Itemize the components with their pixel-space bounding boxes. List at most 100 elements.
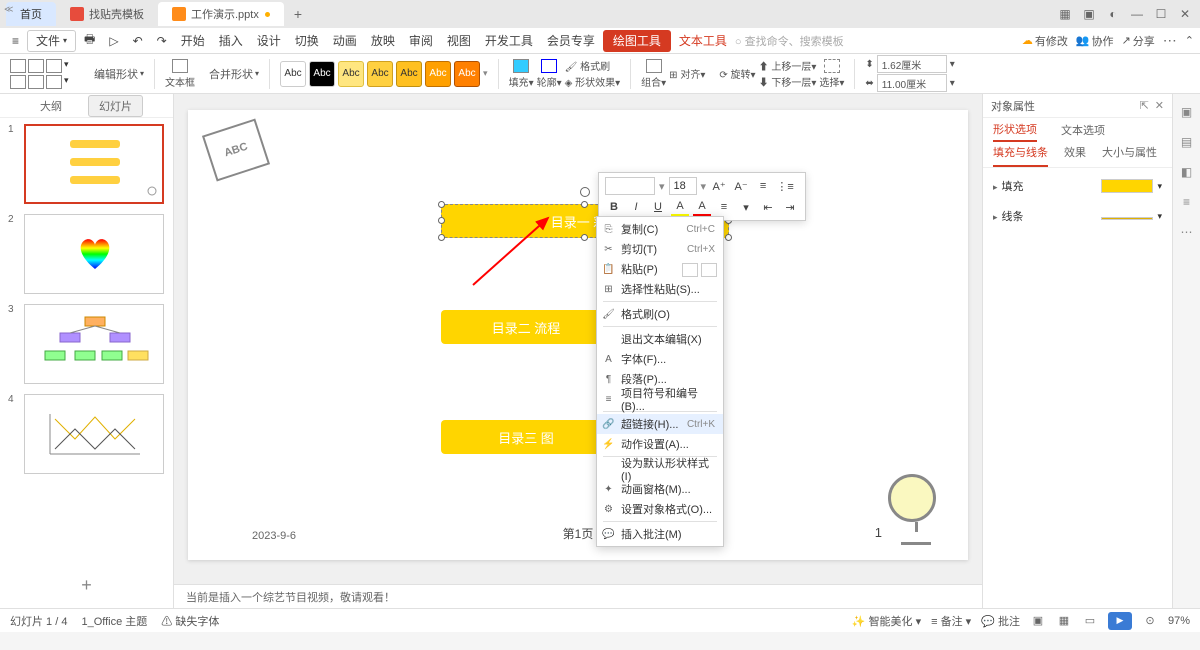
line-row[interactable]: ▸线条▾ bbox=[993, 208, 1162, 224]
select-dropdown[interactable]: 选择▾ bbox=[819, 59, 844, 89]
ctx-paste-special[interactable]: ⊞选择性粘贴(S)... bbox=[597, 279, 723, 299]
print-icon[interactable]: 🖶 bbox=[78, 30, 101, 52]
menu-insert[interactable]: 插入 bbox=[213, 30, 249, 52]
format-painter-button[interactable]: 🖌 格式刷 bbox=[565, 58, 621, 73]
rotate-handle-icon[interactable] bbox=[580, 187, 590, 197]
shape-arrow-icon[interactable] bbox=[46, 59, 62, 73]
comments-toggle[interactable]: 💬 批注 bbox=[981, 613, 1020, 629]
decrease-font-icon[interactable]: A⁻ bbox=[732, 177, 750, 195]
search-input[interactable]: ○ 查找命令、搜索模板 bbox=[735, 33, 844, 49]
paste-opt-2-icon[interactable] bbox=[701, 263, 717, 277]
bullets-icon[interactable]: ⋮≡ bbox=[776, 177, 794, 195]
notes-toggle[interactable]: ≡ 备注 ▾ bbox=[931, 613, 971, 629]
style-preset-6[interactable]: Abc bbox=[425, 61, 451, 87]
shape-curve-icon[interactable] bbox=[28, 75, 44, 89]
align-dropdown[interactable]: ⊞ 对齐▾ bbox=[669, 66, 705, 81]
menu-start[interactable]: 开始 bbox=[175, 30, 211, 52]
collab-button[interactable]: 👥 协作 bbox=[1076, 33, 1114, 49]
send-backward-dropdown[interactable]: ⬇ 下移一层▾ bbox=[759, 74, 817, 89]
user-icon[interactable]: ◐ bbox=[1104, 5, 1122, 23]
line-style-swatch[interactable] bbox=[1101, 217, 1153, 220]
line-spacing-icon[interactable]: ≡ bbox=[754, 177, 772, 195]
bold-icon[interactable]: B bbox=[605, 198, 623, 216]
merge-shape-dropdown[interactable]: 合并形状▾ bbox=[209, 66, 259, 82]
strip-more-icon[interactable]: ⋯ bbox=[1179, 224, 1195, 240]
effect-subtab[interactable]: 效果 bbox=[1064, 144, 1086, 167]
preview-icon[interactable]: ▷ bbox=[103, 30, 124, 52]
view-reading-icon[interactable]: ▭ bbox=[1082, 613, 1098, 629]
ctx-insert-comment[interactable]: 💬插入批注(M) bbox=[597, 524, 723, 544]
expand-icon[interactable]: ▸ bbox=[993, 182, 998, 192]
app-menu-icon[interactable]: ≡ bbox=[6, 30, 25, 52]
resize-handle[interactable] bbox=[725, 234, 732, 241]
template-tab[interactable]: 找贴壳模板 bbox=[56, 2, 158, 26]
slides-tab[interactable]: 幻灯片 bbox=[88, 95, 143, 117]
menu-slideshow[interactable]: 放映 bbox=[365, 30, 401, 52]
align-left-icon[interactable]: ≡ bbox=[715, 198, 733, 216]
paste-opt-1-icon[interactable] bbox=[682, 263, 698, 277]
menu-view[interactable]: 视图 bbox=[441, 30, 477, 52]
style-preset-2[interactable]: Abc bbox=[309, 61, 335, 87]
resize-handle[interactable] bbox=[438, 201, 445, 208]
indent-icon[interactable]: ⇥ bbox=[781, 198, 799, 216]
panel-pin-icon[interactable]: ⇱ bbox=[1140, 99, 1149, 112]
menu-design[interactable]: 设计 bbox=[251, 30, 287, 52]
ctx-copy[interactable]: ⎘复制(C)Ctrl+C bbox=[597, 219, 723, 239]
style-preset-4[interactable]: Abc bbox=[367, 61, 393, 87]
collapse-ribbon-icon[interactable]: ⌃ bbox=[1185, 34, 1194, 47]
menu-animation[interactable]: 动画 bbox=[327, 30, 363, 52]
ctx-paste[interactable]: 📋粘贴(P) bbox=[597, 259, 723, 279]
shape-rect-icon[interactable] bbox=[28, 59, 44, 73]
slide-thumb-1[interactable] bbox=[24, 124, 164, 204]
ctx-format-painter[interactable]: 🖌格式刷(O) bbox=[597, 304, 723, 324]
share-button[interactable]: ↗ 分享 bbox=[1122, 33, 1155, 49]
outline-dropdown[interactable]: 轮廓▾ bbox=[537, 59, 562, 89]
apps-icon[interactable]: ▣ bbox=[1080, 5, 1098, 23]
fill-row[interactable]: ▸填充▾ bbox=[993, 178, 1162, 194]
font-color-icon[interactable]: A bbox=[693, 198, 711, 216]
ctx-exit-text[interactable]: 退出文本编辑(X) bbox=[597, 329, 723, 349]
category-box-3[interactable]: 目录三 图 bbox=[441, 420, 611, 454]
menu-review[interactable]: 审阅 bbox=[403, 30, 439, 52]
width-input[interactable]: 11.00厘米 bbox=[877, 74, 947, 92]
strip-format-icon[interactable]: ◧ bbox=[1179, 164, 1195, 180]
strip-layers-icon[interactable]: ≡ bbox=[1179, 194, 1195, 210]
ctx-cut[interactable]: ✂剪切(T)Ctrl+X bbox=[597, 239, 723, 259]
style-preset-5[interactable]: Abc bbox=[396, 61, 422, 87]
document-tab[interactable]: 工作演示.pptx bbox=[158, 2, 284, 26]
group-dropdown[interactable]: 组合▾ bbox=[641, 59, 666, 89]
shape-effect-dropdown[interactable]: ◈ 形状效果▾ bbox=[565, 74, 621, 89]
shape-oval-icon[interactable] bbox=[10, 75, 26, 89]
size-subtab[interactable]: 大小与属性 bbox=[1102, 144, 1157, 167]
menu-texttool[interactable]: 文本工具 bbox=[673, 30, 733, 52]
ctx-obj-format[interactable]: ⚙设置对象格式(O)... bbox=[597, 499, 723, 519]
maximize-icon[interactable]: ☐ bbox=[1152, 5, 1170, 23]
file-menu[interactable]: 文件▾ bbox=[27, 30, 76, 52]
highlight-icon[interactable]: A bbox=[671, 198, 689, 216]
more-icon[interactable]: ⋯ bbox=[1163, 32, 1177, 49]
shape-options-tab[interactable]: 形状选项 bbox=[993, 121, 1037, 142]
bring-forward-dropdown[interactable]: ⬆ 上移一层▾ bbox=[759, 58, 817, 73]
resize-handle[interactable] bbox=[438, 217, 445, 224]
font-size-dropdown[interactable]: 18 bbox=[669, 177, 697, 195]
changes-button[interactable]: ☁ 有修改 bbox=[1022, 33, 1068, 49]
ctx-font[interactable]: A字体(F)... bbox=[597, 349, 723, 369]
beautify-button[interactable]: ✨ 智能美化 ▾ bbox=[852, 613, 921, 629]
strip-select-icon[interactable]: ▣ bbox=[1179, 104, 1195, 120]
undo-icon[interactable]: ↶ bbox=[127, 30, 149, 52]
resize-handle[interactable] bbox=[438, 234, 445, 241]
menu-drawtool[interactable]: 绘图工具 bbox=[603, 30, 671, 52]
height-input[interactable]: 1.62厘米 bbox=[877, 55, 947, 73]
text-options-tab[interactable]: 文本选项 bbox=[1061, 122, 1105, 141]
outdent-icon[interactable]: ⇤ bbox=[759, 198, 777, 216]
italic-icon[interactable]: I bbox=[627, 198, 645, 216]
menu-transition[interactable]: 切换 bbox=[289, 30, 325, 52]
close-icon[interactable]: ✕ bbox=[1176, 5, 1194, 23]
underline-icon[interactable]: U bbox=[649, 198, 667, 216]
style-preset-1[interactable]: Abc bbox=[280, 61, 306, 87]
strip-style-icon[interactable]: ▤ bbox=[1179, 134, 1195, 150]
expand-icon[interactable]: ▸ bbox=[993, 212, 998, 222]
slide-thumb-2[interactable] bbox=[24, 214, 164, 294]
menu-member[interactable]: 会员专享 bbox=[541, 30, 601, 52]
textbox-button[interactable]: 文本框 bbox=[165, 59, 195, 89]
